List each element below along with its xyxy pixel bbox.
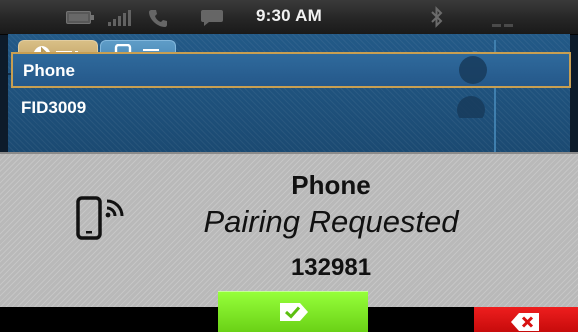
list-item-phone[interactable]: Phone bbox=[11, 52, 571, 88]
pairing-dialog: Phone Pairing Requested 132981 bbox=[0, 152, 578, 309]
status-dot-icon bbox=[459, 56, 487, 84]
dialog-title: Phone bbox=[291, 170, 371, 200]
action-bar bbox=[0, 291, 578, 332]
network-icon bbox=[492, 15, 514, 33]
device-name: FID3009 bbox=[21, 98, 87, 117]
reject-button[interactable] bbox=[474, 307, 578, 332]
checkmark-tag-icon bbox=[280, 303, 308, 321]
delete-x-icon bbox=[511, 313, 539, 331]
device-name: Phone bbox=[23, 61, 75, 80]
status-dot-icon bbox=[457, 96, 485, 118]
accept-button[interactable] bbox=[218, 291, 368, 332]
dialog-message: Pairing Requested bbox=[203, 204, 459, 239]
list-item-fid3009[interactable]: FID3009 bbox=[11, 92, 571, 118]
status-bar: 9:30 AM bbox=[0, 0, 578, 35]
pairing-code: 132981 bbox=[290, 254, 372, 281]
bluetooth-icon bbox=[430, 6, 444, 33]
